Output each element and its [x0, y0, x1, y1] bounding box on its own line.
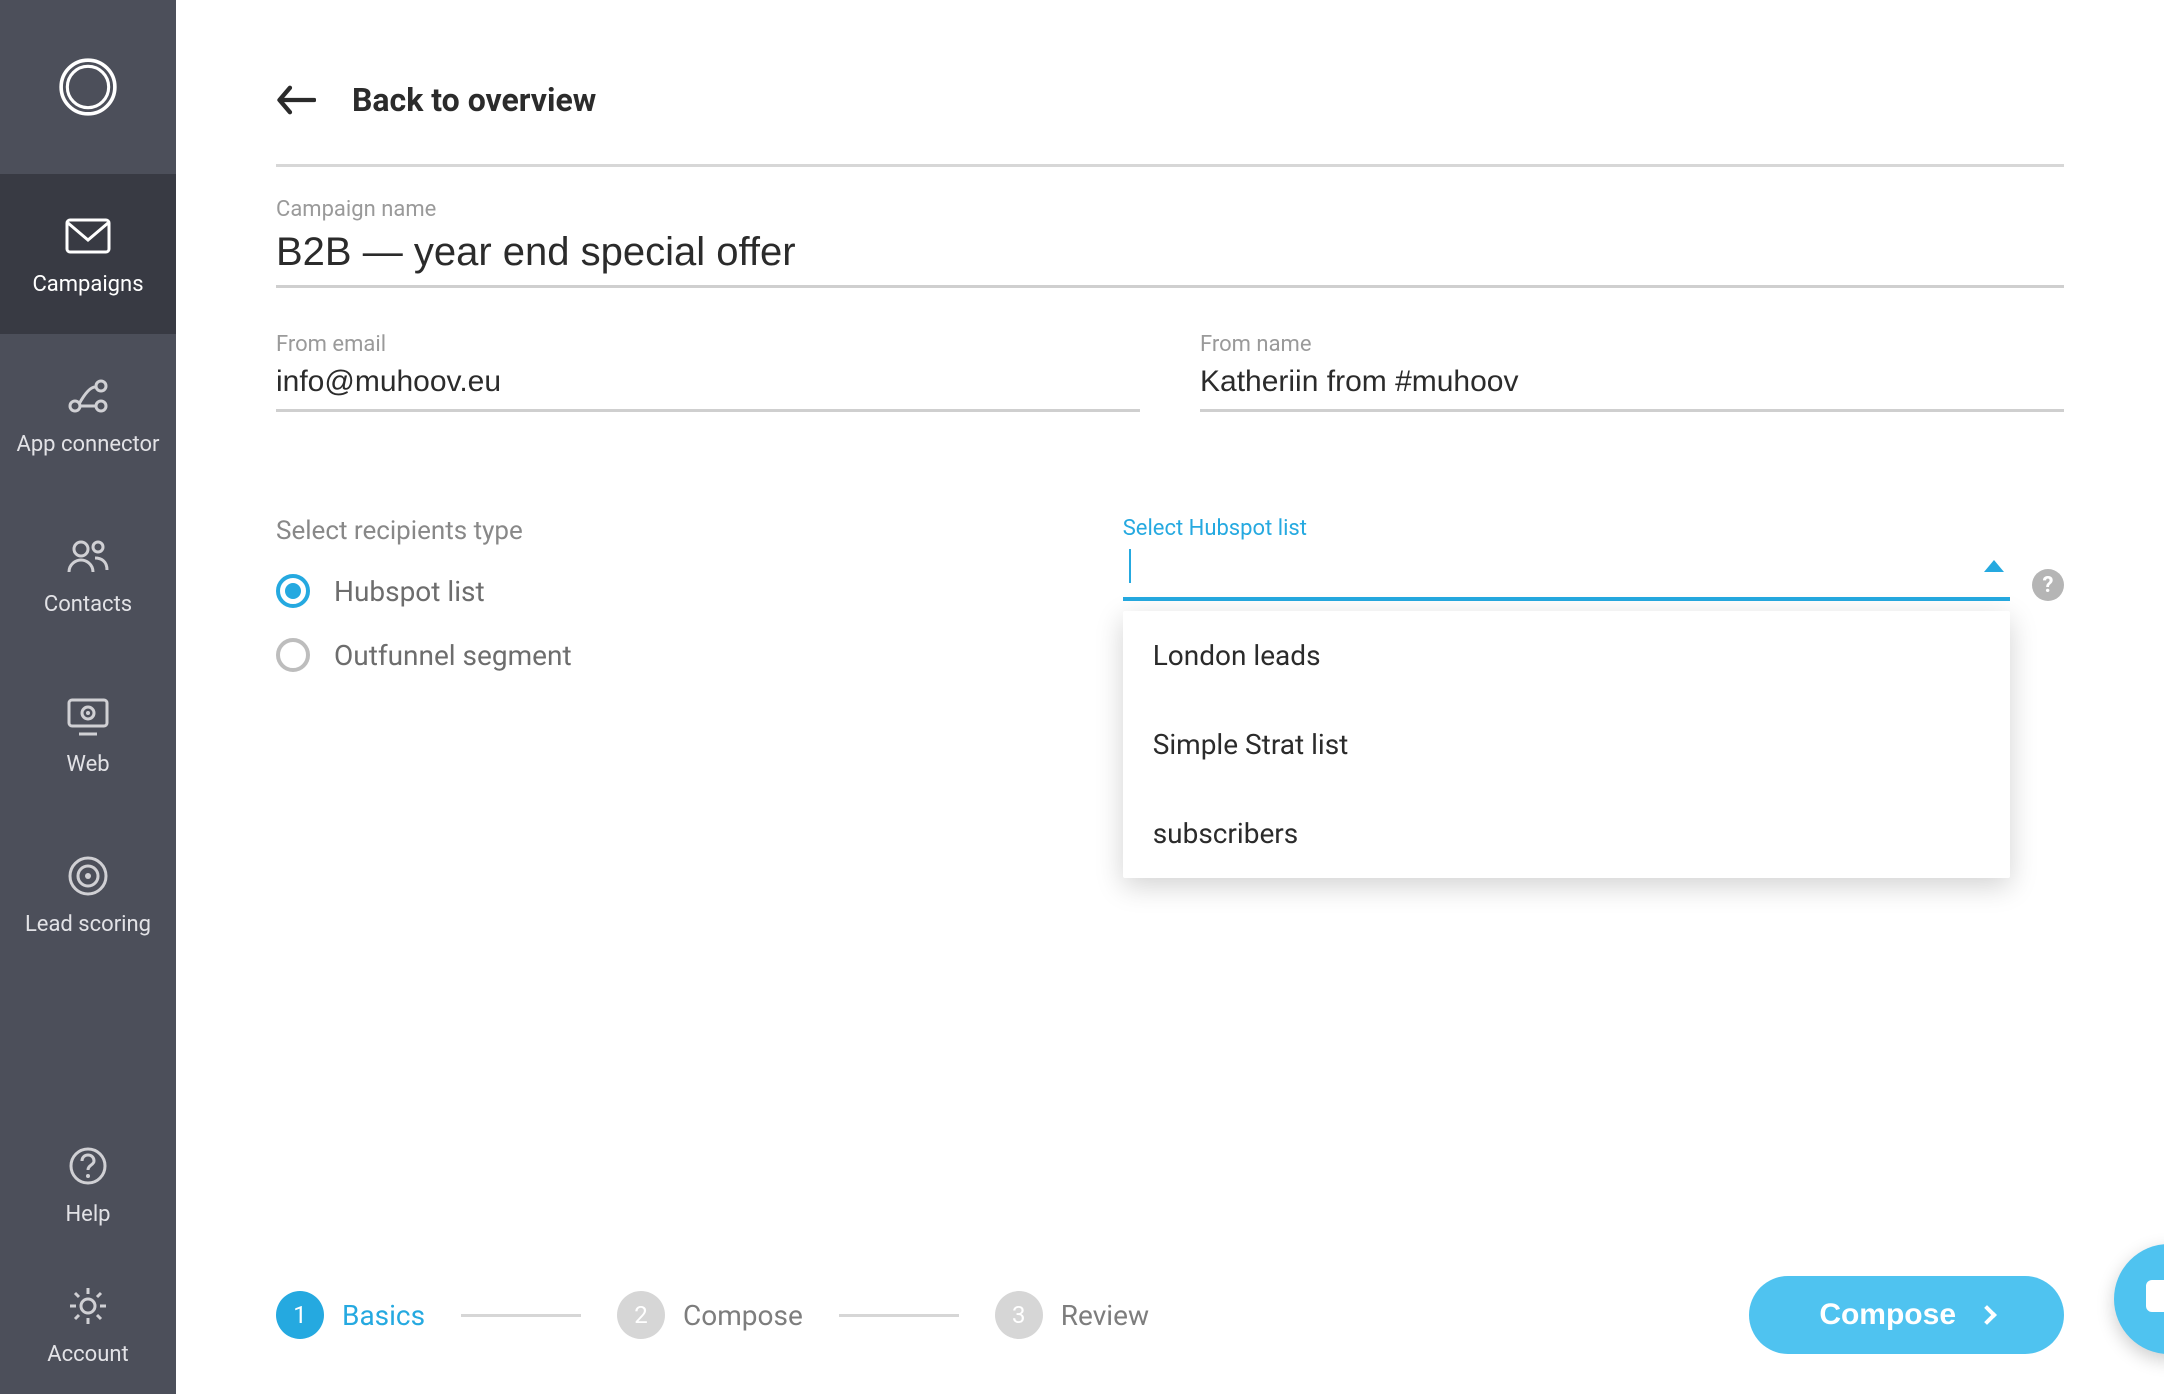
chevron-right-icon	[1977, 1305, 1997, 1325]
step-compose[interactable]: 2 Compose	[617, 1291, 803, 1339]
step-label: Compose	[683, 1299, 803, 1332]
campaign-name-label: Campaign name	[276, 197, 2064, 222]
radio-label: Outfunnel segment	[334, 639, 572, 672]
radio-icon	[276, 574, 310, 608]
step-label: Basics	[342, 1299, 425, 1332]
step-divider	[461, 1314, 581, 1317]
step-review[interactable]: 3 Review	[995, 1291, 1149, 1339]
recipients-section-label: Select recipients type	[276, 516, 1063, 546]
sidebar-nav: Campaigns App connector Contacts Web Lea…	[0, 174, 176, 974]
sidebar-item-campaigns[interactable]: Campaigns	[0, 174, 176, 334]
target-icon	[64, 852, 112, 900]
contacts-icon	[64, 532, 112, 580]
sidebar-item-web[interactable]: Web	[0, 654, 176, 814]
sidebar-item-label: Web	[66, 752, 109, 777]
step-number: 3	[995, 1291, 1043, 1339]
stepper-footer: 1 Basics 2 Compose 3 Review Compose	[276, 1276, 2064, 1354]
hubspot-select-input[interactable]	[1131, 550, 1984, 582]
sidebar-item-lead-scoring[interactable]: Lead scoring	[0, 814, 176, 974]
from-email-label: From email	[276, 332, 1140, 357]
compose-button-label: Compose	[1819, 1298, 1956, 1332]
sidebar: Campaigns App connector Contacts Web Lea…	[0, 0, 176, 1394]
help-tooltip-icon[interactable]: ?	[2032, 569, 2064, 601]
dropdown-item[interactable]: subscribers	[1123, 789, 2010, 878]
sidebar-item-label: Campaigns	[32, 272, 143, 297]
radio-label: Hubspot list	[334, 575, 485, 608]
step-basics[interactable]: 1 Basics	[276, 1291, 425, 1339]
step-number: 1	[276, 1291, 324, 1339]
back-label: Back to overview	[352, 81, 596, 119]
campaign-name-field: Campaign name	[276, 197, 2064, 288]
sidebar-item-label: Account	[47, 1342, 128, 1367]
logo[interactable]	[0, 0, 176, 174]
hubspot-select[interactable]: London leads Simple Strat list subscribe…	[1123, 545, 2010, 601]
sidebar-bottom: Help Account	[0, 1114, 176, 1394]
step-divider	[839, 1314, 959, 1317]
gear-icon	[64, 1282, 112, 1330]
logo-icon	[57, 56, 119, 118]
from-name-field: From name	[1200, 332, 2064, 412]
compose-button[interactable]: Compose	[1749, 1276, 2064, 1354]
radio-icon	[276, 638, 310, 672]
dropdown-item[interactable]: Simple Strat list	[1123, 700, 2010, 789]
caret-up-icon	[1984, 560, 2004, 572]
sidebar-item-label: Contacts	[44, 592, 132, 617]
chat-icon	[2142, 1272, 2164, 1326]
from-email-input[interactable]	[276, 361, 1140, 412]
chat-widget[interactable]	[2114, 1244, 2164, 1354]
arrow-left-icon	[276, 80, 316, 120]
campaign-name-input[interactable]	[276, 226, 2064, 288]
monitor-icon	[64, 692, 112, 740]
sidebar-item-label: Help	[65, 1202, 110, 1227]
sidebar-item-contacts[interactable]: Contacts	[0, 494, 176, 654]
recipients-type-section: Select recipients type Hubspot list Outf…	[276, 516, 1063, 702]
sidebar-item-label: App connector	[16, 432, 159, 457]
sidebar-item-account[interactable]: Account	[0, 1254, 176, 1394]
main-content: Back to overview Campaign name From emai…	[176, 0, 2164, 1394]
from-name-input[interactable]	[1200, 361, 2064, 412]
stepper: 1 Basics 2 Compose 3 Review	[276, 1291, 1149, 1339]
hubspot-select-section: Select Hubspot list London leads Simple …	[1123, 516, 2064, 702]
help-icon	[64, 1142, 112, 1190]
step-number: 2	[617, 1291, 665, 1339]
connector-icon	[64, 372, 112, 420]
from-email-field: From email	[276, 332, 1140, 412]
back-to-overview[interactable]: Back to overview	[276, 80, 2064, 167]
sidebar-item-label: Lead scoring	[25, 912, 151, 937]
radio-outfunnel-segment[interactable]: Outfunnel segment	[276, 638, 1063, 672]
dropdown-item[interactable]: London leads	[1123, 611, 2010, 700]
from-name-label: From name	[1200, 332, 2064, 357]
step-label: Review	[1061, 1299, 1149, 1332]
sidebar-item-app-connector[interactable]: App connector	[0, 334, 176, 494]
sidebar-item-help[interactable]: Help	[0, 1114, 176, 1254]
radio-hubspot-list[interactable]: Hubspot list	[276, 574, 1063, 608]
envelope-icon	[64, 212, 112, 260]
hubspot-dropdown: London leads Simple Strat list subscribe…	[1123, 611, 2010, 878]
hubspot-select-label: Select Hubspot list	[1123, 516, 2064, 541]
